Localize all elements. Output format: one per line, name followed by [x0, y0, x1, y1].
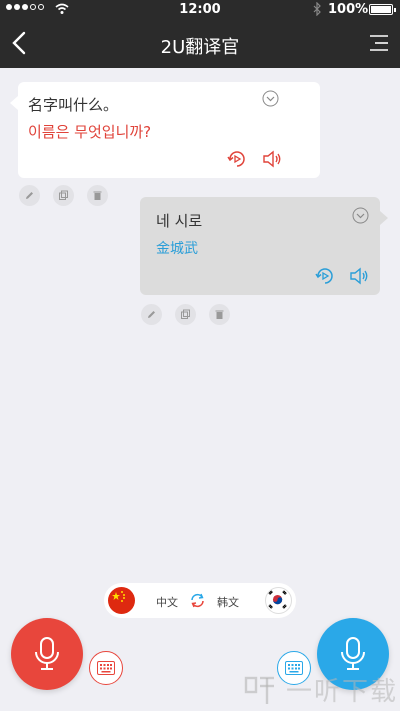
keyboard-icon — [97, 661, 115, 675]
page-title: 2U翻译官 — [160, 37, 240, 58]
trash-icon — [215, 310, 224, 319]
message-translation-text: 이름은 무엇입니까? — [28, 123, 152, 141]
chinese-mic-button[interactable] — [11, 618, 83, 690]
target-language-label[interactable]: 韩文 — [217, 594, 239, 610]
delete-button[interactable] — [87, 185, 108, 206]
pencil-icon — [26, 192, 33, 199]
copy-icon — [59, 190, 68, 200]
microphone-icon — [341, 637, 365, 670]
edit-button[interactable] — [141, 304, 162, 325]
message-source-text: 네 시로 — [156, 212, 203, 230]
language-bar: 中文 韩文 — [104, 583, 296, 618]
source-language-label[interactable]: 中文 — [156, 594, 178, 610]
china-flag-icon[interactable] — [108, 587, 135, 614]
speaker-icon[interactable] — [348, 265, 370, 287]
chevron-down-icon[interactable] — [262, 90, 279, 107]
watermark: 一听下载 — [242, 668, 400, 711]
battery-icon — [369, 4, 396, 15]
replay-icon[interactable] — [226, 148, 248, 170]
microphone-icon — [35, 637, 59, 670]
battery-percent: 100% — [328, 2, 369, 17]
watermark-text: 一听下载 — [286, 677, 399, 707]
replay-icon[interactable] — [314, 265, 336, 287]
message-actions — [141, 304, 230, 325]
pencil-icon — [148, 311, 155, 318]
chinese-keyboard-button[interactable] — [89, 651, 123, 685]
delete-button[interactable] — [209, 304, 230, 325]
copy-icon — [181, 309, 190, 319]
edit-button[interactable] — [19, 185, 40, 206]
message-translation-text: 金城武 — [156, 241, 198, 257]
chevron-down-icon[interactable] — [352, 207, 369, 224]
speaker-icon[interactable] — [261, 148, 283, 170]
copy-button[interactable] — [175, 304, 196, 325]
menu-button[interactable] — [368, 34, 390, 52]
message-actions — [19, 185, 108, 206]
status-bar: 12:00 100% — [0, 0, 400, 20]
watermark-logo-icon — [244, 676, 274, 704]
copy-button[interactable] — [53, 185, 74, 206]
message-bubble-source: 名字叫什么。 이름은 무엇입니까? — [10, 82, 320, 178]
message-bubble-target: 네 시로 金城武 — [140, 197, 388, 295]
korea-flag-icon[interactable] — [265, 587, 292, 614]
top-bar: 12:00 100% 2U翻译官 — [0, 0, 400, 68]
trash-icon — [93, 191, 102, 200]
message-source-text: 名字叫什么。 — [28, 96, 119, 114]
swap-icon[interactable] — [189, 592, 206, 609]
bluetooth-icon — [313, 2, 321, 16]
